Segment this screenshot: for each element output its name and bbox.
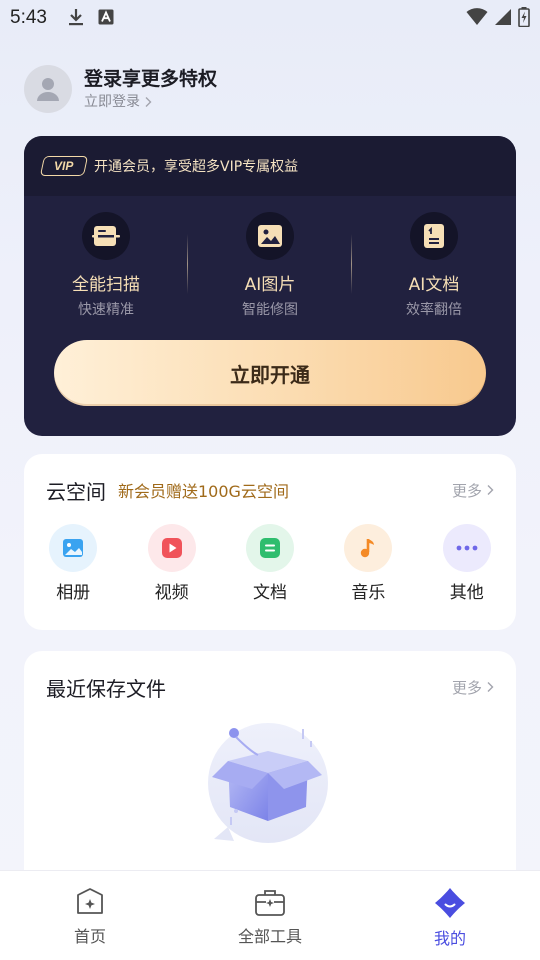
login-link[interactable]: 立即登录	[84, 92, 217, 112]
battery-charging-icon	[518, 7, 530, 27]
music-icon	[361, 539, 375, 558]
feature-subtitle: 智能修图	[242, 302, 298, 318]
feature-subtitle: 效率翻倍	[406, 302, 462, 318]
feature-title: AI文档	[408, 275, 460, 295]
feature-title: AI图片	[244, 275, 296, 295]
document-icon	[259, 538, 280, 558]
cloud-item-label: 相册	[56, 583, 91, 603]
profile-header[interactable]: 登录享更多特权 立即登录	[24, 64, 217, 114]
recent-more-link[interactable]: 更多	[452, 677, 494, 698]
feature-icon-wrap	[410, 212, 458, 260]
vip-banner[interactable]: VIP 开通会员，享受超多VIP专属权益	[24, 136, 516, 196]
cloud-item-album[interactable]: 相册	[24, 524, 122, 603]
cloud-item-video[interactable]: 视频	[122, 524, 220, 603]
chevron-right-icon	[145, 97, 152, 107]
profile-title: 登录享更多特权	[84, 68, 218, 90]
feature-ai-document[interactable]: AI文档 效率翻倍	[352, 212, 516, 322]
empty-box-icon	[208, 723, 328, 843]
chevron-right-icon	[487, 682, 494, 692]
cloud-item-label: 文档	[252, 583, 287, 603]
cloud-space-card: 云空间 新会员赠送100G云空间 更多 相册 视频 文档 音乐 其他	[24, 454, 516, 630]
more-label: 更多	[451, 678, 482, 697]
image-icon	[258, 225, 282, 247]
cloud-item-other[interactable]: 其他	[418, 524, 516, 603]
vip-promo-text: 开通会员，享受超多VIP专属权益	[94, 159, 299, 175]
cloud-item-label: 音乐	[351, 583, 386, 603]
feature-ai-image[interactable]: AI图片 智能修图	[188, 212, 352, 322]
nav-label: 全部工具	[237, 927, 302, 946]
more-dots-icon-wrap	[442, 524, 491, 572]
cloud-promo[interactable]: 新会员赠送100G云空间	[118, 478, 289, 502]
document-icon	[424, 224, 444, 248]
cloud-title: 云空间	[46, 479, 106, 504]
toolbox-icon	[255, 890, 285, 916]
login-link-label: 立即登录	[84, 94, 140, 110]
video-icon	[161, 538, 182, 558]
nav-mine[interactable]: 我的	[360, 871, 540, 960]
home-icon	[77, 888, 103, 914]
download-icon	[69, 9, 83, 26]
signal-icon	[495, 9, 511, 25]
feature-icon-wrap	[246, 212, 294, 260]
cloud-more-link[interactable]: 更多	[452, 480, 494, 501]
user-placeholder-icon	[37, 78, 59, 101]
cloud-item-label: 视频	[154, 583, 189, 603]
avatar[interactable]	[24, 65, 72, 113]
nav-home[interactable]: 首页	[0, 871, 180, 960]
chevron-right-icon	[487, 485, 494, 495]
album-icon-wrap	[49, 524, 98, 572]
more-dots-icon	[456, 545, 478, 551]
video-icon-wrap	[147, 524, 196, 572]
feature-icon-wrap	[82, 212, 130, 260]
status-time: 5:43	[10, 7, 47, 28]
more-label: 更多	[451, 481, 482, 500]
cloud-item-label: 其他	[449, 583, 484, 603]
feature-subtitle: 快速精准	[78, 302, 134, 318]
cloud-item-document[interactable]: 文档	[221, 524, 319, 603]
scan-icon	[92, 226, 120, 246]
nav-all-tools[interactable]: 全部工具	[180, 871, 360, 960]
vip-badge: VIP	[39, 156, 89, 176]
recent-files-card: 最近保存文件 更多	[24, 651, 516, 891]
recent-title: 最近保存文件	[46, 676, 166, 701]
feature-title: 全能扫描	[72, 275, 140, 295]
nav-label: 首页	[73, 927, 106, 946]
music-icon-wrap	[344, 524, 393, 572]
feature-scan[interactable]: 全能扫描 快速精准	[24, 212, 188, 322]
document-icon-wrap	[245, 524, 294, 572]
vip-card: VIP 开通会员，享受超多VIP专属权益 全能扫描 快速精准 AI图片 智能修图…	[24, 136, 516, 436]
cloud-item-music[interactable]: 音乐	[319, 524, 417, 603]
open-vip-button[interactable]: 立即开通	[54, 340, 486, 406]
status-bar: 5:43	[0, 0, 540, 36]
album-icon	[63, 539, 84, 557]
notification-a-icon	[98, 9, 114, 25]
bottom-navigation: 首页 全部工具 我的	[0, 870, 540, 960]
profile-icon	[435, 888, 465, 918]
nav-label: 我的	[433, 929, 466, 948]
wifi-icon	[466, 8, 488, 25]
